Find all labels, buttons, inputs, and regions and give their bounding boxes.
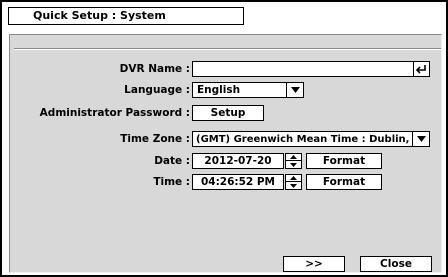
close-button[interactable]: Close [360, 256, 432, 272]
time-zone-value: (GMT) Greenwich Mean Time : Dublin, [196, 134, 410, 145]
dvr-name-input[interactable] [192, 61, 430, 77]
time-zone-select[interactable]: (GMT) Greenwich Mean Time : Dublin, [192, 131, 430, 147]
date-input[interactable]: 2012-07-20 [192, 153, 284, 169]
time-spinner[interactable] [285, 174, 302, 190]
enter-key-icon[interactable] [413, 62, 429, 76]
dvr-name-value [193, 63, 197, 75]
next-button[interactable]: >> [283, 256, 345, 272]
panel-divider [14, 48, 441, 50]
dropdown-arrow-icon [412, 132, 429, 146]
time-zone-label: Time Zone : [120, 133, 190, 145]
spin-down-icon[interactable] [286, 182, 301, 189]
dropdown-arrow-icon [286, 83, 303, 97]
admin-password-label: Administrator Password : [39, 107, 190, 119]
language-value: English [197, 84, 241, 96]
time-format-button[interactable]: Format [306, 174, 382, 190]
quick-setup-window: Quick Setup : System DVR Name : Language… [0, 0, 448, 277]
time-input[interactable]: 04:26:52 PM [192, 174, 284, 190]
date-label: Date : [154, 155, 190, 167]
date-spinner[interactable] [285, 153, 302, 169]
window-title: Quick Setup : System [8, 7, 244, 25]
spin-down-icon[interactable] [286, 161, 301, 168]
time-label: Time : [153, 176, 190, 188]
password-setup-button[interactable]: Setup [192, 105, 264, 121]
spin-up-icon[interactable] [286, 154, 301, 161]
spin-up-icon[interactable] [286, 175, 301, 182]
dvr-name-label: DVR Name : [119, 63, 190, 75]
date-format-button[interactable]: Format [306, 153, 382, 169]
language-label: Language : [124, 84, 190, 96]
language-select[interactable]: English [192, 82, 304, 98]
